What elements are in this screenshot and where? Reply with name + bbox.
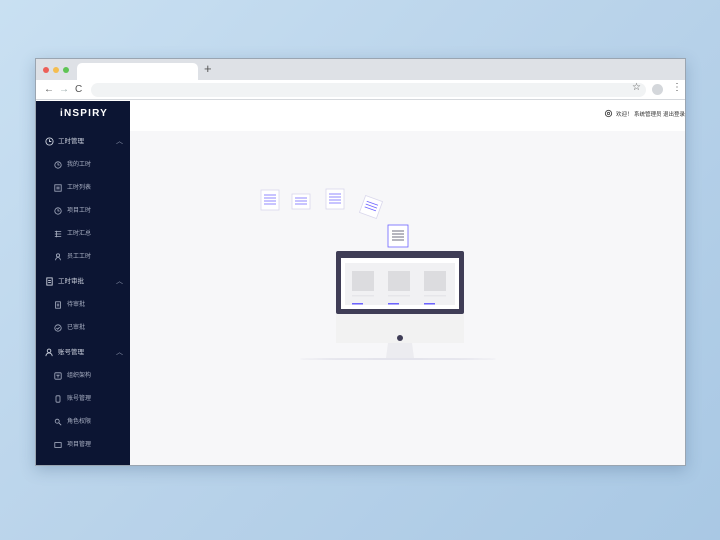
- forward-button[interactable]: →: [59, 83, 69, 97]
- document-icon: [358, 194, 384, 220]
- document-icon: [387, 224, 409, 248]
- sidebar-item-label: 待审批: [67, 302, 86, 308]
- maximize-window-button[interactable]: [63, 67, 69, 73]
- sidebar-group-timesheet[interactable]: 工时管理 ︿: [36, 134, 130, 152]
- chevron-up-icon[interactable]: ︿: [116, 347, 123, 357]
- address-bar: ← → C ☆ ⋮: [36, 80, 685, 100]
- sidebar-item-role-permissions[interactable]: 角色权限: [36, 414, 130, 432]
- browser-menu-button[interactable]: ⋮: [672, 82, 682, 93]
- browser-tab-bar: +: [36, 59, 685, 80]
- sidebar-group-label: 工时管理: [58, 138, 84, 145]
- bookmark-star-icon[interactable]: ☆: [632, 82, 641, 93]
- sidebar-group-label: 账号管理: [58, 349, 84, 356]
- logo: iNSPIRY: [60, 108, 109, 119]
- monitor-icon: [300, 251, 496, 360]
- clock-icon: [54, 161, 62, 169]
- new-tab-button[interactable]: +: [204, 61, 212, 77]
- document-icon: [46, 277, 53, 286]
- check-circle-icon: [54, 324, 62, 332]
- sidebar-item-label: 账号管理: [67, 396, 92, 402]
- sidebar-item-label: 员工工时: [67, 254, 92, 260]
- key-icon: [54, 418, 62, 426]
- sidebar-item-my-hours[interactable]: 我的工时: [36, 157, 130, 175]
- list-icon: [54, 184, 62, 192]
- sidebar-item-label: 项目工时: [67, 208, 92, 214]
- person-icon: [55, 253, 61, 261]
- sidebar-item-approved[interactable]: 已审批: [36, 320, 130, 338]
- document-icon: [260, 189, 280, 211]
- org-icon: [54, 372, 62, 380]
- sidebar-item-project-management[interactable]: 项目管理: [36, 437, 130, 455]
- browser-window: + ← → C ☆ ⋮ iNSPIRY 工时管理 ︿ 我的工时 工时列表 项目工…: [35, 58, 686, 466]
- minimize-window-button[interactable]: [53, 67, 59, 73]
- document-icon: [291, 193, 311, 210]
- document-icon: [325, 188, 345, 210]
- sidebar-item-label: 我的工时: [67, 162, 92, 168]
- profile-avatar[interactable]: [652, 84, 663, 95]
- reload-button[interactable]: C: [75, 83, 82, 97]
- sidebar-item-employee-hours[interactable]: 员工工时: [36, 249, 130, 267]
- sidebar-item-label: 已审批: [67, 325, 86, 331]
- clock-icon: [45, 137, 54, 146]
- folder-icon: [54, 442, 62, 448]
- url-input[interactable]: [91, 83, 646, 97]
- sidebar-item-label: 工时汇总: [67, 231, 92, 237]
- browser-tab[interactable]: [77, 63, 198, 80]
- table-icon: [54, 230, 62, 238]
- chevron-up-icon[interactable]: ︿: [116, 136, 123, 146]
- sidebar-item-project-hours[interactable]: 项目工时: [36, 203, 130, 221]
- sidebar-item-label: 组织架构: [67, 373, 92, 379]
- document-icon: [55, 301, 61, 309]
- user-icon: [45, 348, 53, 357]
- empty-state-illustration: [260, 188, 496, 360]
- back-button[interactable]: ←: [44, 83, 54, 97]
- sidebar-item-account-management[interactable]: 账号管理: [36, 391, 130, 409]
- sidebar-item-pending[interactable]: 待审批: [36, 297, 130, 315]
- chevron-up-icon[interactable]: ︿: [116, 276, 123, 286]
- sidebar-item-label: 项目管理: [67, 442, 92, 448]
- sidebar-group-approval[interactable]: 工时审批 ︿: [36, 274, 130, 292]
- phone-icon: [55, 395, 61, 403]
- sidebar-group-label: 工时审批: [58, 278, 84, 285]
- main-content: 欢迎！ 系统管理员 退出登录: [130, 101, 685, 465]
- sidebar-item-hours-list[interactable]: 工时列表: [36, 180, 130, 198]
- sidebar-item-hours-summary[interactable]: 工时汇总: [36, 226, 130, 244]
- sidebar-group-accounts[interactable]: 账号管理 ︿: [36, 345, 130, 363]
- clock-icon: [54, 207, 62, 215]
- sidebar-item-label: 工时列表: [67, 185, 92, 191]
- close-window-button[interactable]: [43, 67, 49, 73]
- sidebar-item-label: 角色权限: [67, 419, 92, 425]
- sidebar-item-org-structure[interactable]: 组织架构: [36, 368, 130, 386]
- sidebar: iNSPIRY 工时管理 ︿ 我的工时 工时列表 项目工时 工时汇总 员工工时: [36, 101, 130, 465]
